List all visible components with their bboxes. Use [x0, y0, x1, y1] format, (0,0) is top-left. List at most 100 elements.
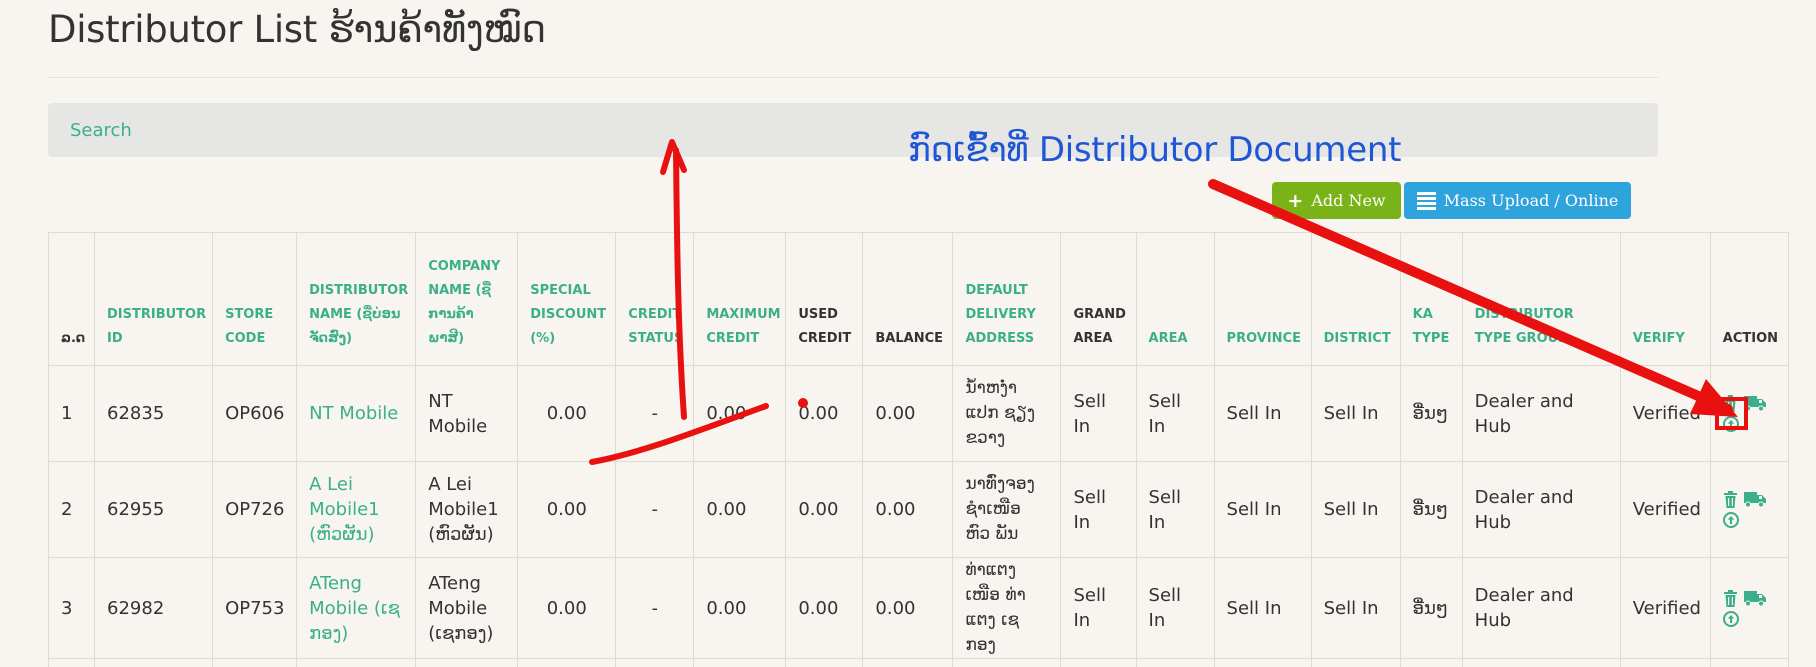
mass-upload-label: Mass Upload / Online — [1444, 191, 1619, 210]
col-header-province[interactable]: PROVINCE — [1214, 233, 1311, 366]
search-input[interactable] — [48, 103, 1658, 157]
cell-grand-area: Sell In — [1061, 558, 1136, 659]
truck-icon[interactable] — [1744, 491, 1766, 508]
cell-no: 3 — [49, 558, 95, 659]
cell-ka-type: ອື່ນໆ — [1400, 366, 1462, 462]
cell-action — [1710, 462, 1788, 558]
cell-maximum-credit: 0.00 — [694, 462, 786, 558]
cell-area: Sell In — [1136, 366, 1214, 462]
trash-icon[interactable] — [1723, 395, 1738, 412]
truck-icon[interactable] — [1744, 395, 1766, 412]
cell-district: Sell In — [1311, 462, 1400, 558]
col-header-delivery-address[interactable]: DEFAULT DELIVERY ADDRESS — [953, 233, 1061, 366]
col-header-ka-type[interactable]: KA TYPE — [1400, 233, 1462, 366]
cell-type-group: Dealer and Hub — [1462, 366, 1620, 462]
cell-verify: Verified — [1620, 366, 1710, 462]
col-header-district[interactable]: DISTRICT — [1311, 233, 1400, 366]
page-title: Distributor List ຮ້ານຄ້າທັງໝົດ — [48, 8, 546, 51]
cell-company-name: A Lei Mobile1 (ຫົວຜັນ) — [416, 462, 518, 558]
col-header-store-code[interactable]: STORE CODE — [213, 233, 297, 366]
cell-area: Sell In — [1136, 462, 1214, 558]
cell-special-discount: 0.00 — [518, 462, 616, 558]
cell-store-code: OP753 — [213, 558, 297, 659]
col-header-verify[interactable]: VERIFY — [1620, 233, 1710, 366]
col-header-used-credit: USED CREDIT — [786, 233, 863, 366]
col-header-grand-area: GRAND AREA — [1061, 233, 1136, 366]
cell-district: Sell In — [1311, 366, 1400, 462]
add-new-button[interactable]: + Add New — [1272, 182, 1401, 219]
cell-company-name: ATeng Mobile (ເຊກອງ) — [416, 558, 518, 659]
cell-special-discount: 0.00 — [518, 558, 616, 659]
col-header-credit-status[interactable]: CREDIT STATUS — [616, 233, 694, 366]
cell-credit-status: - — [616, 366, 694, 462]
cell-province: Sell In — [1214, 366, 1311, 462]
table-row-partial — [49, 659, 1789, 667]
col-header-action: ACTION — [1710, 233, 1788, 366]
col-header-balance: BALANCE — [863, 233, 953, 366]
truck-icon[interactable] — [1744, 590, 1766, 607]
upload-circle-icon[interactable] — [1723, 611, 1739, 627]
cell-credit-status: - — [616, 462, 694, 558]
cell-action — [1710, 558, 1788, 659]
cell-balance: 0.00 — [863, 366, 953, 462]
cell-balance: 0.00 — [863, 558, 953, 659]
col-header-area[interactable]: AREA — [1136, 233, 1214, 366]
cell-distributor-id: 62955 — [95, 462, 213, 558]
cell-type-group: Dealer and Hub — [1462, 462, 1620, 558]
col-header-distributor-id[interactable]: DISTRIBUTOR ID — [95, 233, 213, 366]
cell-grand-area: Sell In — [1061, 462, 1136, 558]
plus-icon: + — [1287, 190, 1303, 212]
cell-delivery-address: ທ່າແຕງເໜືອ ທ່າແຕງ ເຊ ກອງ — [953, 558, 1061, 659]
col-header-company-name[interactable]: COMPANY NAME (ຊື່ການຄ້າ ພາສີ) — [416, 233, 518, 366]
cell-grand-area: Sell In — [1061, 366, 1136, 462]
col-header-maximum-credit[interactable]: MAXIMUM CREDIT — [694, 233, 786, 366]
cell-distributor-id: 62835 — [95, 366, 213, 462]
cell-delivery-address: ນ້ຳຫງ່ຳ ແປກ ຊຽງ ຂວາງ — [953, 366, 1061, 462]
add-new-label: Add New — [1311, 191, 1385, 210]
cell-no: 2 — [49, 462, 95, 558]
col-header-type-group[interactable]: DISTRIBUTOR TYPE GROUP — [1462, 233, 1620, 366]
mass-upload-button[interactable]: Mass Upload / Online — [1404, 182, 1631, 219]
table-row: 1 62835 OP606 NT Mobile NT Mobile 0.00 -… — [49, 366, 1789, 462]
trash-icon[interactable] — [1723, 491, 1738, 508]
cell-used-credit: 0.00 — [786, 462, 863, 558]
cell-action — [1710, 366, 1788, 462]
upload-circle-icon[interactable] — [1723, 512, 1739, 528]
cell-no: 1 — [49, 366, 95, 462]
cell-type-group: Dealer and Hub — [1462, 558, 1620, 659]
cell-credit-status: - — [616, 558, 694, 659]
cell-district: Sell In — [1311, 558, 1400, 659]
table-row: 2 62955 OP726 A Lei Mobile1 (ຫົວຜັນ) A L… — [49, 462, 1789, 558]
cell-verify: Verified — [1620, 462, 1710, 558]
annotation-text: ກົດເຂົ້າທີ່ Distributor Document — [908, 130, 1401, 170]
cell-company-name: NT Mobile — [416, 366, 518, 462]
cell-distributor-name-link[interactable]: ATeng Mobile (ເຊ ກອງ) — [297, 558, 416, 659]
cell-distributor-name-link[interactable]: NT Mobile — [297, 366, 416, 462]
cell-delivery-address: ນາທົ່ງຈອງ ຊໍາເໜືອ ຫົວ ພັນ — [953, 462, 1061, 558]
col-header-special-discount[interactable]: SPECIAL DISCOUNT (%) — [518, 233, 616, 366]
cell-maximum-credit: 0.00 — [694, 366, 786, 462]
table-row: 3 62982 OP753 ATeng Mobile (ເຊ ກອງ) ATen… — [49, 558, 1789, 659]
trash-icon[interactable] — [1723, 590, 1738, 607]
list-icon — [1417, 192, 1436, 210]
cell-verify: Verified — [1620, 558, 1710, 659]
col-header-no: ລ.ດ — [49, 233, 95, 366]
cell-area: Sell In — [1136, 558, 1214, 659]
cell-special-discount: 0.00 — [518, 366, 616, 462]
cell-distributor-id: 62982 — [95, 558, 213, 659]
cell-used-credit: 0.00 — [786, 366, 863, 462]
cell-balance: 0.00 — [863, 462, 953, 558]
cell-ka-type: ອື່ນໆ — [1400, 558, 1462, 659]
cell-ka-type: ອື່ນໆ — [1400, 462, 1462, 558]
cell-maximum-credit: 0.00 — [694, 558, 786, 659]
cell-used-credit: 0.00 — [786, 558, 863, 659]
col-header-distributor-name[interactable]: DISTRIBUTOR NAME (ຊື່ບ່ອນຈັດສົ່ງ) — [297, 233, 416, 366]
cell-province: Sell In — [1214, 558, 1311, 659]
title-divider — [48, 77, 1658, 78]
table-header-row: ລ.ດ DISTRIBUTOR ID STORE CODE DISTRIBUTO… — [49, 233, 1789, 366]
cell-province: Sell In — [1214, 462, 1311, 558]
cell-distributor-name-link[interactable]: A Lei Mobile1 (ຫົວຜັນ) — [297, 462, 416, 558]
cell-store-code: OP606 — [213, 366, 297, 462]
upload-circle-icon[interactable] — [1723, 416, 1739, 432]
cell-store-code: OP726 — [213, 462, 297, 558]
